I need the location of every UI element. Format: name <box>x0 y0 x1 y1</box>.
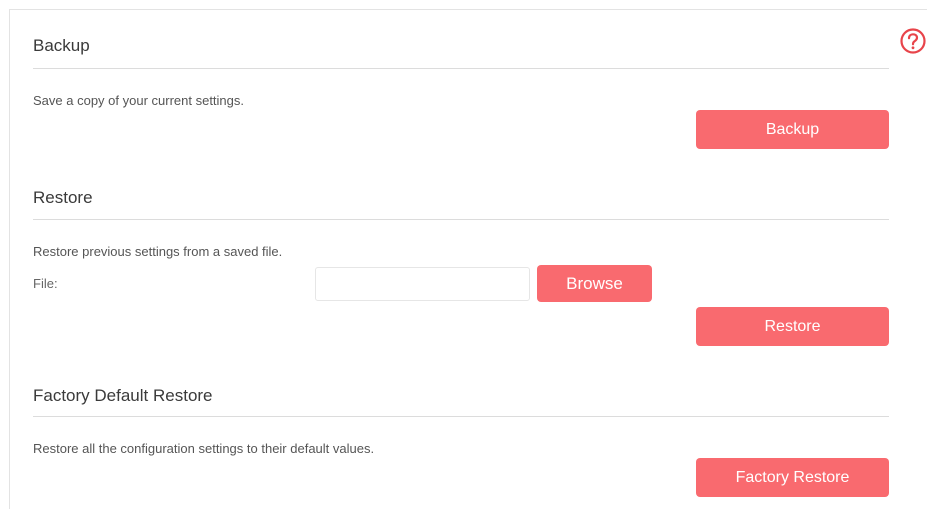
file-label: File: <box>33 276 58 291</box>
question-circle-icon[interactable] <box>899 27 927 55</box>
restore-button[interactable]: Restore <box>696 307 889 346</box>
backup-button[interactable]: Backup <box>696 110 889 149</box>
factory-restore-button[interactable]: Factory Restore <box>696 458 889 497</box>
factory-restore-section-title: Factory Default Restore <box>33 386 213 405</box>
restore-section-title: Restore <box>33 188 93 207</box>
restore-divider <box>33 219 889 220</box>
backup-description: Save a copy of your current settings. <box>33 93 244 108</box>
settings-panel <box>9 9 927 509</box>
factory-restore-divider <box>33 416 889 417</box>
file-path-input[interactable] <box>315 267 530 301</box>
factory-restore-description: Restore all the configuration settings t… <box>33 441 375 456</box>
restore-description: Restore previous settings from a saved f… <box>33 244 283 259</box>
browse-button[interactable]: Browse <box>537 265 652 302</box>
backup-divider <box>33 68 889 69</box>
backup-section-title: Backup <box>33 36 90 55</box>
